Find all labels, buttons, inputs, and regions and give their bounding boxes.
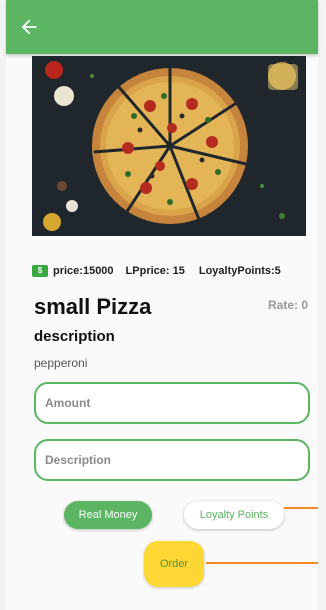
app-bar [6, 0, 318, 54]
connector-line [284, 507, 318, 509]
connector-line [206, 562, 318, 564]
rate-text: Rate: 0 [267, 298, 308, 312]
arrow-left-icon[interactable] [18, 16, 40, 38]
product-title: small Pizza [34, 294, 152, 319]
description-heading: description [34, 328, 115, 345]
real-money-button[interactable]: Real Money [64, 501, 152, 529]
order-button[interactable]: Order [144, 541, 204, 587]
product-page: $ price:15000 LPprice: 15 LoyaltyPoints:… [6, 0, 318, 610]
description-input[interactable] [34, 439, 310, 481]
loyalty-points-button[interactable]: Loyalty Points [184, 501, 284, 529]
amount-input[interactable] [34, 382, 310, 424]
money-icon: $ [32, 265, 48, 277]
description-value: pepperoni [34, 356, 88, 370]
lp-price-text: LPprice: 15 [125, 265, 185, 277]
product-image [32, 56, 306, 236]
price-info-row: $ price:15000 LPprice: 15 LoyaltyPoints:… [32, 264, 322, 278]
price-text: price:15000 [53, 265, 114, 277]
loyalty-points-text: LoyaltyPoints:5 [198, 265, 281, 277]
